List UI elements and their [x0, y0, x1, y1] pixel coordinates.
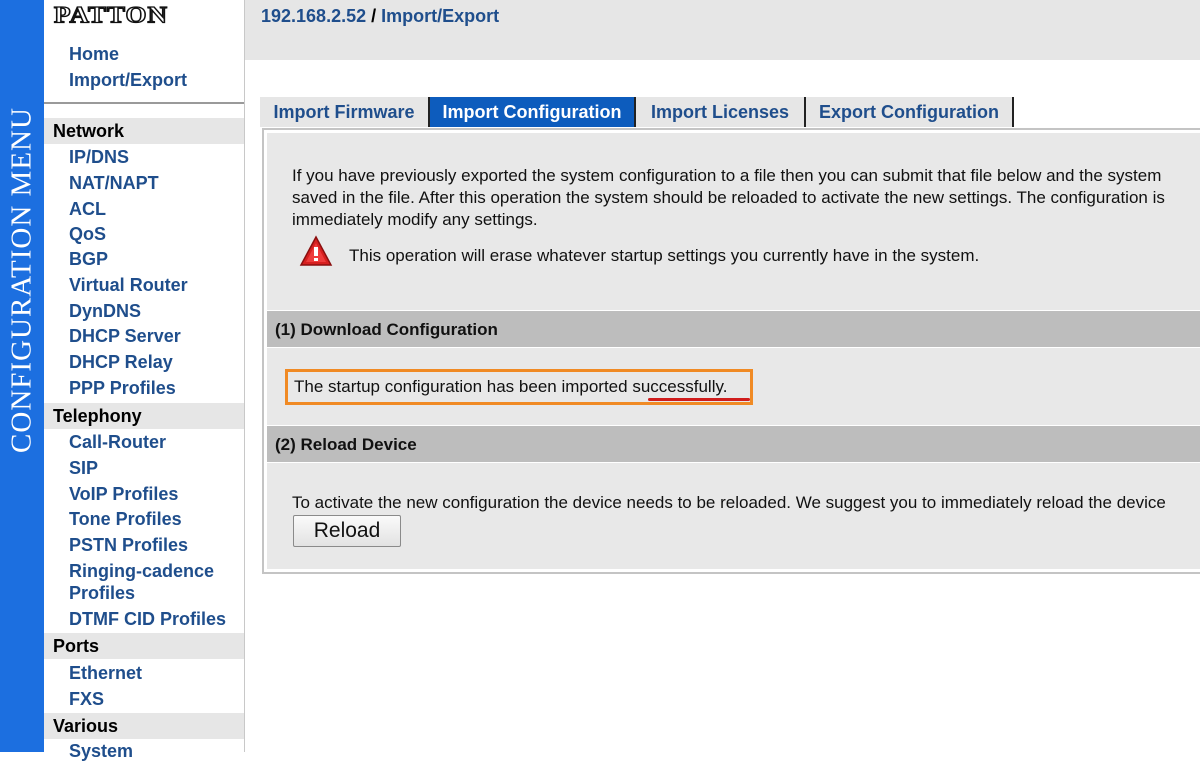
- intro-line: saved in the file. After this operation …: [292, 188, 1165, 207]
- reload-instructions: To activate the new configuration the de…: [292, 493, 1166, 512]
- sidebar-section-network: Network: [44, 118, 244, 144]
- sidebar-item-virtual-router[interactable]: Virtual Router: [69, 274, 239, 296]
- breadcrumb-host-link[interactable]: 192.168.2.52: [261, 6, 366, 26]
- sidebar-item-dhcp-server[interactable]: DHCP Server: [69, 325, 239, 347]
- sidebar-item-dyndns[interactable]: DynDNS: [69, 300, 239, 322]
- section-download-configuration: (1) Download Configuration: [267, 310, 1200, 348]
- sidebar-item-dhcp-relay[interactable]: DHCP Relay: [69, 351, 239, 373]
- sidebar-item-system[interactable]: System: [69, 740, 239, 762]
- intro-line: If you have previously exported the syst…: [292, 166, 1162, 185]
- success-message-suffix: .: [722, 377, 728, 396]
- sidebar-divider: [44, 102, 244, 104]
- sidebar-link-home[interactable]: Home: [69, 44, 119, 65]
- section-reload-device: (2) Reload Device: [267, 425, 1200, 463]
- sidebar-item-pstn-profiles[interactable]: PSTN Profiles: [69, 534, 239, 556]
- sidebar-section-telephony: Telephony: [44, 403, 244, 429]
- sidebar-item-call-router[interactable]: Call-Router: [69, 431, 239, 453]
- sidebar-item-qos[interactable]: QoS: [69, 223, 239, 245]
- warning-icon: [299, 235, 333, 266]
- tab-import-firmware[interactable]: Import Firmware: [260, 97, 430, 127]
- sidebar-section-ports: Ports: [44, 633, 244, 659]
- sidebar-item-voip-profiles[interactable]: VoIP Profiles: [69, 483, 239, 505]
- config-menu-title: CONFIGURATION MENU: [5, 107, 38, 453]
- header-bar: 192.168.2.52 / Import/Export: [245, 0, 1200, 60]
- sidebar-item-tone-profiles[interactable]: Tone Profiles: [69, 508, 239, 530]
- sidebar-item-ip-dns[interactable]: IP/DNS: [69, 146, 239, 168]
- panel-content: If you have previously exported the syst…: [267, 133, 1200, 569]
- reload-button[interactable]: Reload: [293, 515, 401, 547]
- success-message-highlight: successfully: [632, 377, 723, 396]
- tab-import-licenses[interactable]: Import Licenses: [636, 97, 806, 127]
- sidebar-item-sip[interactable]: SIP: [69, 457, 239, 479]
- intro-line: immediately modify any settings.: [292, 210, 538, 229]
- sidebar-item-ringing-cadence-profiles[interactable]: Ringing-cadence Profiles: [69, 560, 239, 604]
- sidebar-item-ppp-profiles[interactable]: PPP Profiles: [69, 377, 239, 399]
- intro-text: If you have previously exported the syst…: [292, 165, 1200, 231]
- breadcrumb-separator: /: [366, 6, 382, 26]
- sidebar-item-nat-napt[interactable]: NAT/NAPT: [69, 172, 239, 194]
- sidebar-item-acl[interactable]: ACL: [69, 198, 239, 220]
- success-message-prefix: The startup configuration has been impor…: [294, 377, 633, 396]
- sidebar-section-various: Various: [44, 713, 244, 739]
- breadcrumb-page-link[interactable]: Import/Export: [381, 6, 499, 26]
- warning-text: This operation will erase whatever start…: [349, 246, 980, 265]
- sidebar-item-ethernet[interactable]: Ethernet: [69, 662, 239, 684]
- tab-export-configuration[interactable]: Export Configuration: [806, 97, 1014, 127]
- success-message-box: The startup configuration has been impor…: [285, 369, 753, 405]
- breadcrumb: 192.168.2.52 / Import/Export: [261, 6, 499, 27]
- success-underline-mark: [648, 398, 750, 401]
- sidebar-item-bgp[interactable]: BGP: [69, 248, 239, 270]
- logo-text: PATTON: [53, 2, 169, 28]
- success-message: The startup configuration has been impor…: [294, 377, 727, 397]
- sidebar: PATTON Home Import/Export Network IP/DNS…: [44, 0, 245, 761]
- config-menu-strip: CONFIGURATION MENU: [0, 0, 44, 752]
- sidebar-link-import-export[interactable]: Import/Export: [69, 70, 187, 91]
- sidebar-item-dtmf-cid-profiles[interactable]: DTMF CID Profiles: [69, 608, 239, 630]
- patton-logo: PATTON: [53, 2, 184, 30]
- tab-import-configuration[interactable]: Import Configuration: [430, 97, 636, 127]
- sidebar-item-fxs[interactable]: FXS: [69, 688, 239, 710]
- import-configuration-panel: If you have previously exported the syst…: [262, 128, 1200, 574]
